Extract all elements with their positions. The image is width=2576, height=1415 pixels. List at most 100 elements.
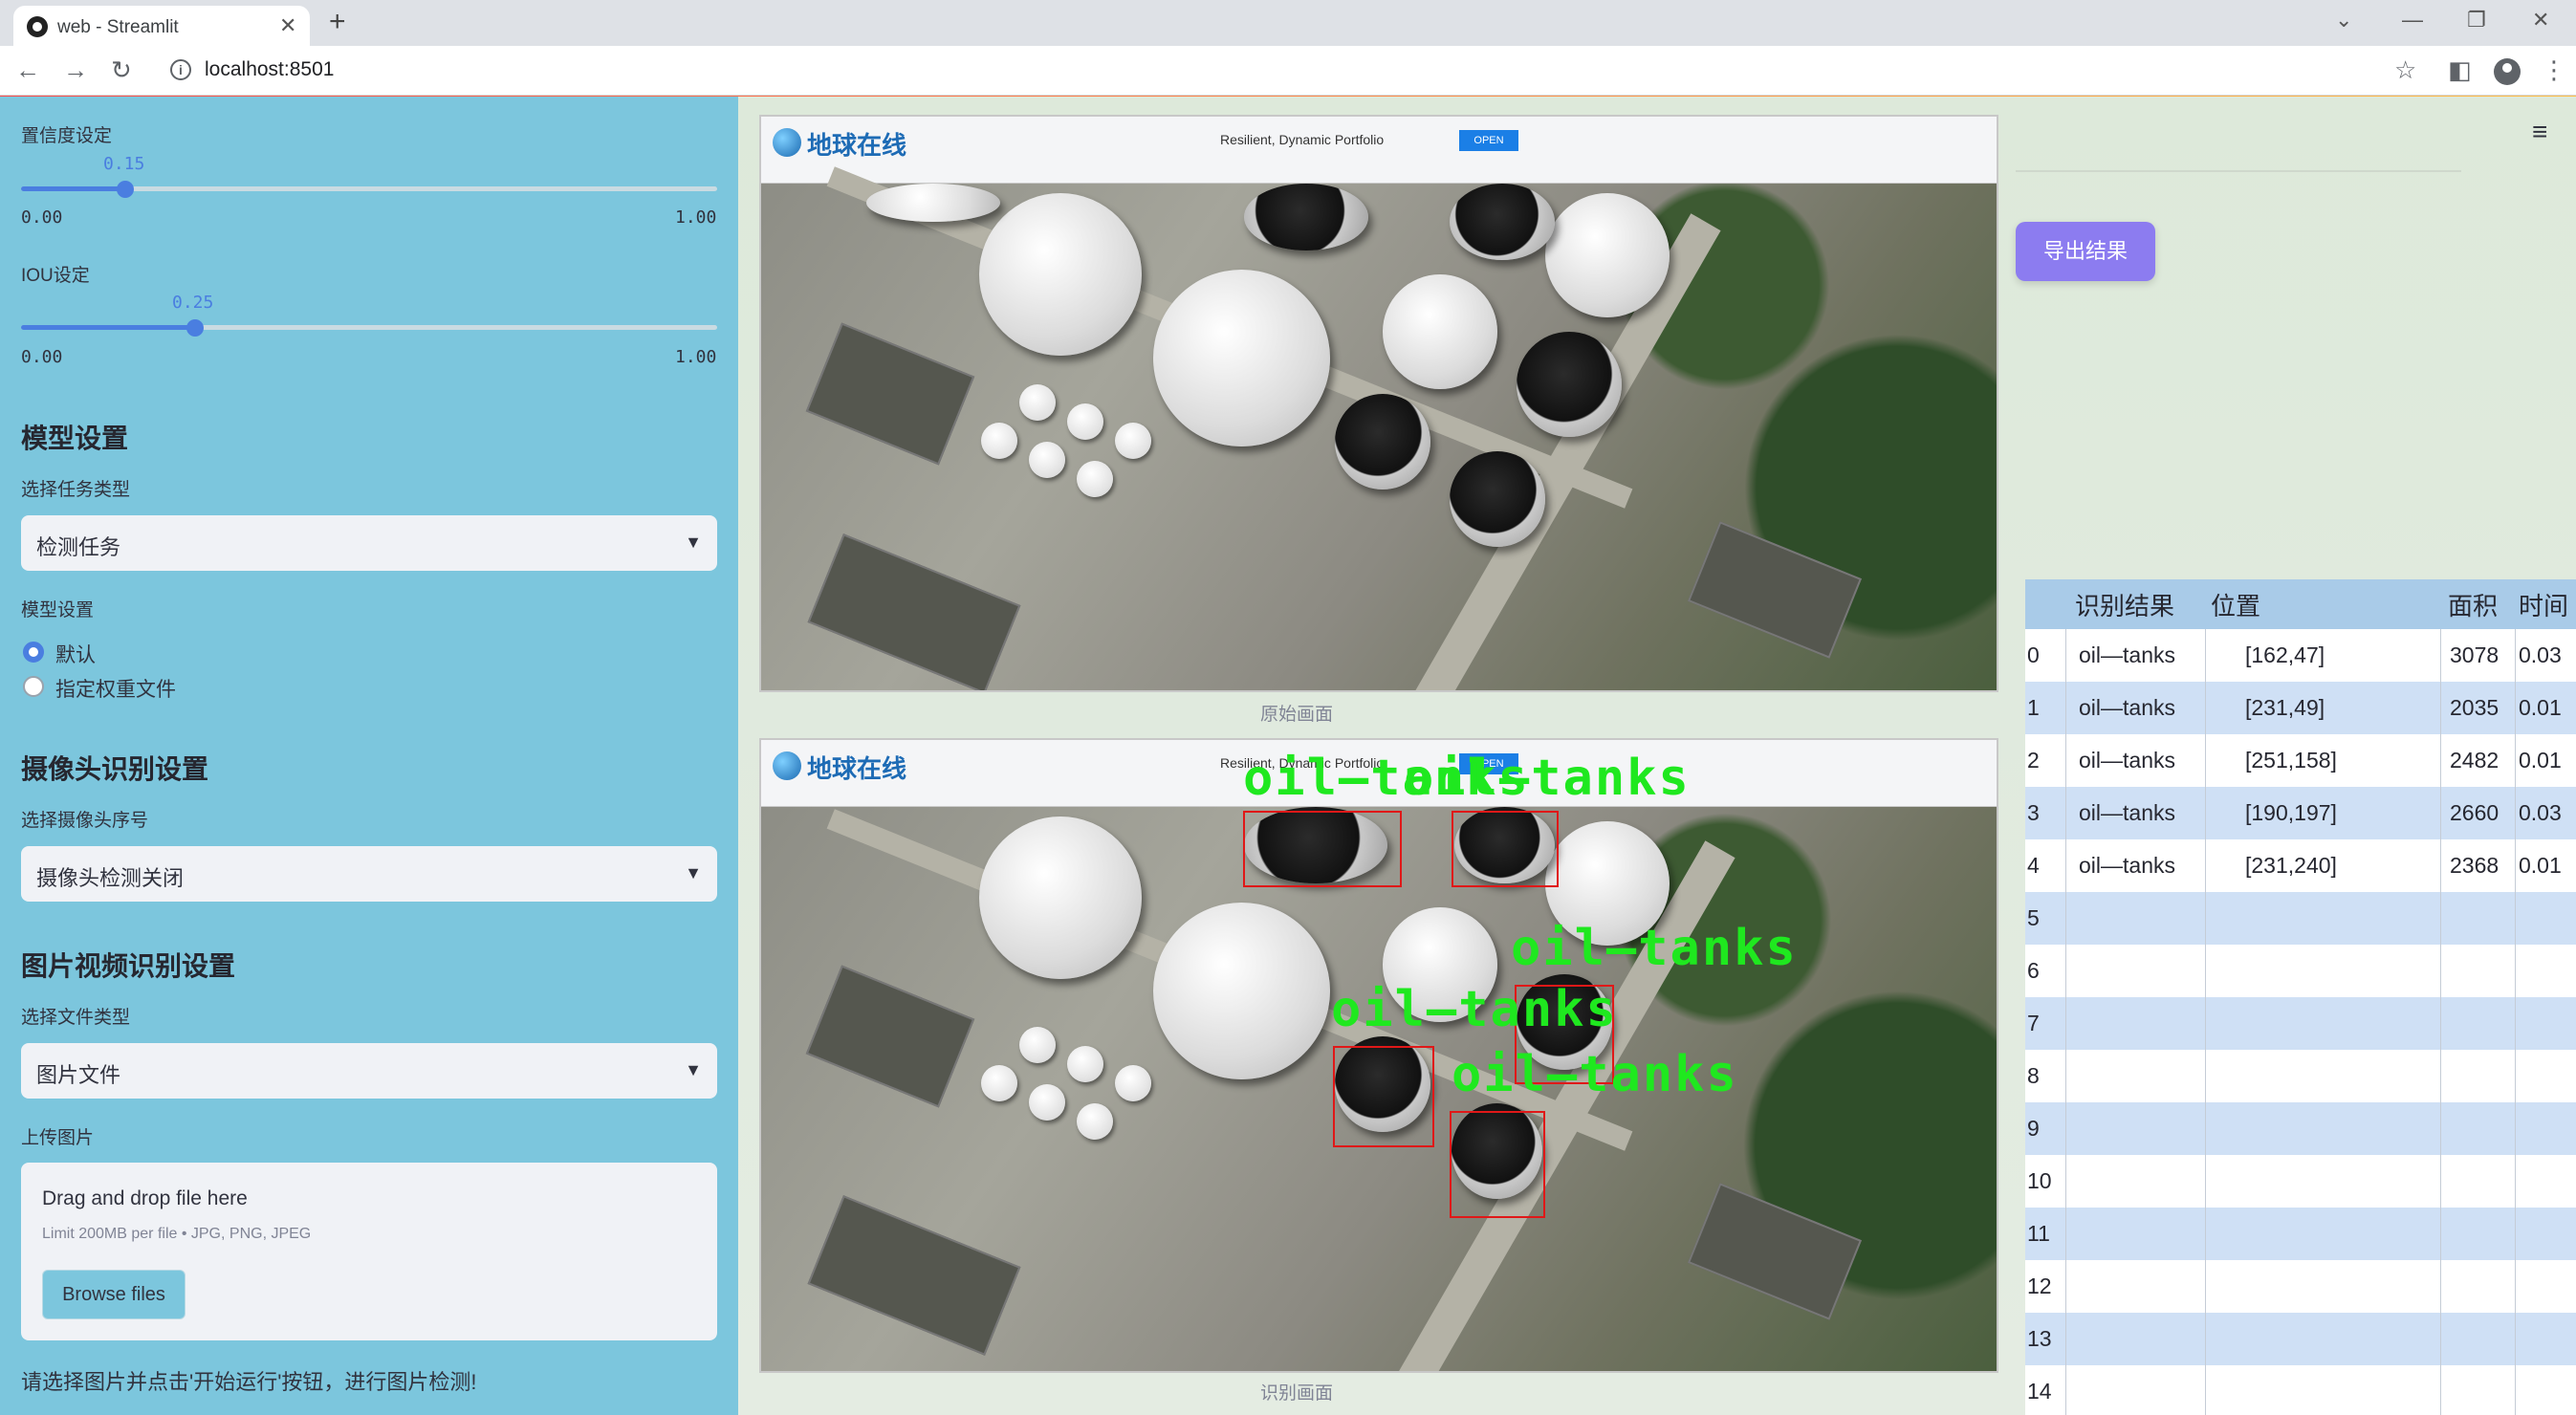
minimize-icon[interactable]: — <box>2402 8 2423 33</box>
small-tank <box>1077 1103 1113 1140</box>
upload-label: 上传图片 <box>21 1128 95 1148</box>
media-settings-heading: 图片视频识别设置 <box>21 951 236 981</box>
address-bar[interactable]: localhost:8501 <box>205 58 334 81</box>
table-row[interactable]: 5 <box>2025 892 2576 945</box>
cell-area: 2035 <box>2450 695 2500 720</box>
iou-slider-thumb[interactable] <box>186 319 204 337</box>
camera-value: 摄像头检测关闭 <box>36 866 185 890</box>
column-divider <box>2205 629 2206 682</box>
table-row[interactable]: 4 oil—tanks [231,240] 2368 0.01 <box>2025 839 2576 892</box>
table-row[interactable]: 10 <box>2025 1155 2576 1208</box>
app-root: web - Streamlit ✕ + ⌄ — ❐ ✕ ← → ↻ i loca… <box>0 0 2576 1415</box>
file-uploader-dropzone[interactable]: Drag and drop file here Limit 200MB per … <box>21 1163 717 1340</box>
dark-tank <box>1517 332 1622 437</box>
confidence-label: 置信度设定 <box>21 126 113 146</box>
row-index: 12 <box>2027 1274 2052 1298</box>
table-row[interactable]: 11 <box>2025 1208 2576 1260</box>
table-row[interactable]: 7 <box>2025 997 2576 1050</box>
column-divider <box>2440 839 2441 892</box>
table-row[interactable]: 1 oil—tanks [231,49] 2035 0.01 <box>2025 682 2576 734</box>
column-divider <box>2515 682 2516 734</box>
row-index: 3 <box>2027 800 2040 825</box>
table-row[interactable]: 12 <box>2025 1260 2576 1313</box>
confidence-slider-fill <box>21 186 126 191</box>
bookmark-star-icon[interactable]: ☆ <box>2394 55 2416 85</box>
header-time: 时间 <box>2519 591 2569 620</box>
tab-search-icon[interactable]: ⌄ <box>2335 8 2352 33</box>
screenshot-ad-button: OPEN <box>1459 130 1518 151</box>
white-tank <box>979 816 1142 979</box>
table-row[interactable]: 0 oil—tanks [162,47] 3078 0.03 <box>2025 629 2576 682</box>
hamburger-menu-icon[interactable]: ≡ <box>2532 117 2547 147</box>
confidence-slider-thumb[interactable] <box>117 181 135 198</box>
camera-select[interactable]: 摄像头检测关闭 ▼ <box>21 846 717 902</box>
result-image: 地球在线 Resilient, Dynamic Portfolio OPEN o… <box>759 738 1998 1373</box>
export-results-button[interactable]: 导出结果 <box>2016 222 2155 281</box>
small-tank <box>1067 1046 1103 1082</box>
detection-label: oil—tanks <box>1511 920 1798 977</box>
cell-position: [231,49] <box>2245 695 2325 720</box>
window-close-icon[interactable]: ✕ <box>2532 8 2549 33</box>
table-row[interactable]: 13 <box>2025 1313 2576 1365</box>
column-divider <box>2065 1102 2066 1155</box>
small-tank <box>1077 461 1113 497</box>
cell-position: [162,47] <box>2245 642 2325 667</box>
screenshot-page-header: 地球在线 Resilient, Dynamic Portfolio OPEN <box>761 117 1997 184</box>
column-divider <box>2515 1313 2516 1365</box>
small-tank <box>1019 1027 1056 1063</box>
file-type-select[interactable]: 图片文件 ▼ <box>21 1043 717 1099</box>
column-divider <box>2065 1208 2066 1260</box>
side-panel-icon[interactable]: ◧ <box>2448 55 2472 85</box>
table-row[interactable]: 8 <box>2025 1050 2576 1102</box>
browser-tab[interactable]: web - Streamlit ✕ <box>13 6 310 46</box>
column-divider <box>2515 629 2516 682</box>
column-divider <box>2515 945 2516 997</box>
column-divider <box>2205 945 2206 997</box>
original-caption: 原始画面 <box>1260 705 1334 725</box>
small-tank <box>1029 1084 1065 1121</box>
back-icon[interactable]: ← <box>15 55 40 85</box>
cell-result: oil—tanks <box>2079 695 2175 720</box>
forward-icon[interactable]: → <box>63 55 88 85</box>
header-position: 位置 <box>2211 591 2261 620</box>
reload-icon[interactable]: ↻ <box>111 55 132 85</box>
cell-position: [231,240] <box>2245 853 2337 878</box>
kebab-menu-icon[interactable]: ⋮ <box>2542 55 2566 85</box>
column-divider <box>2065 1155 2066 1208</box>
radio-custom-weights[interactable] <box>23 676 44 697</box>
screenshot-logo-text: 地球在线 <box>807 754 907 783</box>
column-divider <box>2515 839 2516 892</box>
browse-files-button[interactable]: Browse files <box>42 1270 186 1319</box>
white-tank <box>1545 193 1670 317</box>
table-row[interactable]: 9 <box>2025 1102 2576 1155</box>
profile-avatar-icon[interactable] <box>2494 58 2521 85</box>
file-type-label: 选择文件类型 <box>21 1008 131 1028</box>
column-divider <box>2515 1260 2516 1313</box>
column-divider <box>2205 787 2206 839</box>
table-row[interactable]: 2 oil—tanks [251,158] 2482 0.01 <box>2025 734 2576 787</box>
column-divider <box>2205 734 2206 787</box>
detection-box <box>1333 1046 1434 1147</box>
task-type-value: 检测任务 <box>36 535 121 559</box>
table-row[interactable]: 14 <box>2025 1365 2576 1415</box>
upload-dropzone-title: Drag and drop file here <box>42 1187 248 1209</box>
column-divider <box>2440 1260 2441 1313</box>
new-tab-icon[interactable]: + <box>329 6 346 38</box>
small-tank <box>981 1065 1017 1101</box>
row-index: 11 <box>2027 1221 2050 1246</box>
column-divider <box>2440 734 2441 787</box>
site-info-icon[interactable]: i <box>170 59 191 80</box>
cell-position: [190,197] <box>2245 800 2337 825</box>
cell-time: 0.01 <box>2519 695 2562 720</box>
restore-icon[interactable]: ❐ <box>2467 8 2486 33</box>
task-type-label: 选择任务类型 <box>21 480 131 500</box>
dark-tank <box>1450 451 1545 547</box>
task-type-select[interactable]: 检测任务 ▼ <box>21 515 717 571</box>
table-row[interactable]: 3 oil—tanks [190,197] 2660 0.03 <box>2025 787 2576 839</box>
header-result: 识别结果 <box>2075 591 2175 620</box>
globe-logo-icon <box>773 751 801 780</box>
table-row[interactable]: 6 <box>2025 945 2576 997</box>
radio-default[interactable] <box>23 642 44 663</box>
column-divider <box>2515 1365 2516 1415</box>
close-tab-icon[interactable]: ✕ <box>279 13 296 38</box>
